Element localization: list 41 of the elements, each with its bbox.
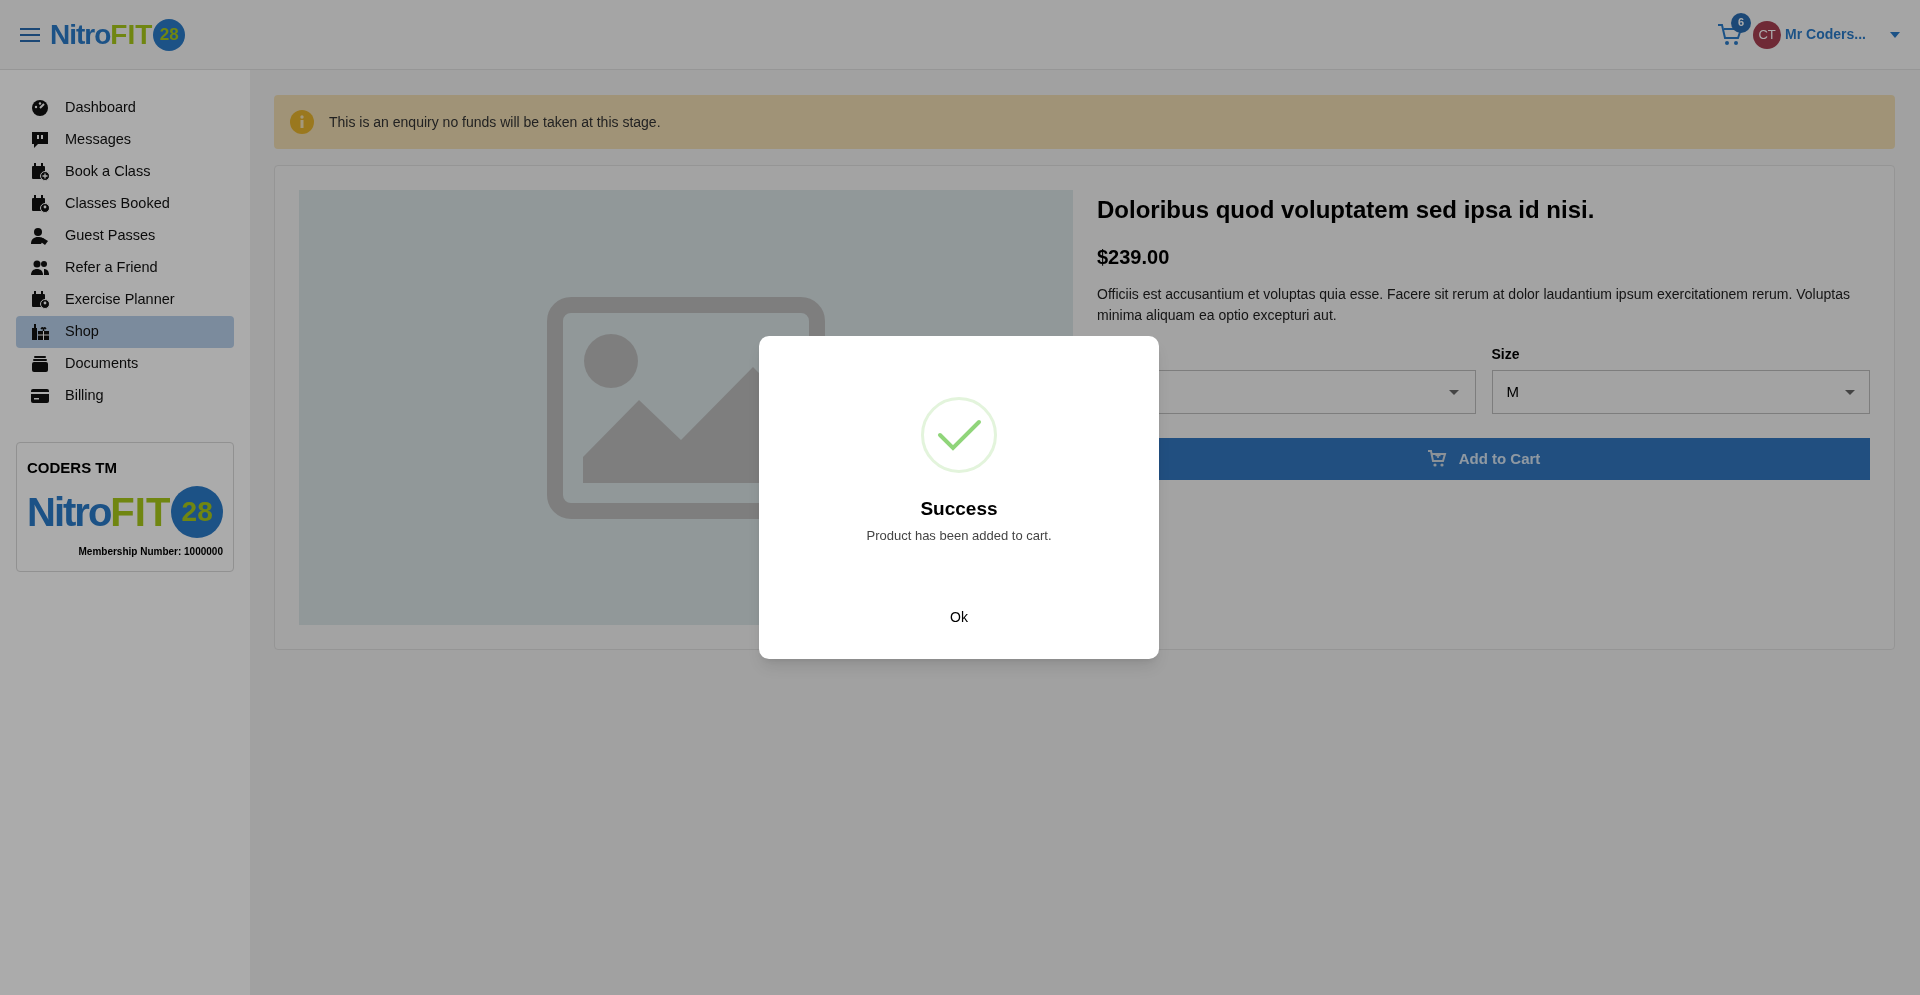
sidebar-item[interactable]: Messages: [16, 124, 234, 156]
caret-icon: [1448, 389, 1459, 395]
sidebar-item[interactable]: Classes Booked: [16, 188, 234, 220]
gauge-icon: [31, 99, 49, 117]
membership-number: Membership Number: 1000000: [77, 544, 223, 559]
calendar-user-icon: [31, 195, 49, 213]
caret-icon: [1845, 389, 1855, 395]
check-icon: [921, 397, 997, 473]
user-tag-icon: [31, 227, 49, 245]
info-icon: [290, 110, 314, 134]
size-select[interactable]: M: [1491, 370, 1870, 414]
box-icon: [31, 355, 49, 373]
logo: NitroFIT 28: [27, 485, 223, 538]
avatar[interactable]: CT: [1753, 20, 1782, 49]
dialog-message: Product has been added to cart.: [866, 526, 1052, 545]
cart-plus-icon: [1426, 450, 1447, 468]
member-name: CODERS TM: [27, 458, 118, 478]
alert-text: This is an enquiry no funds will be taken at this stage.: [329, 112, 661, 132]
product-price: $239.00: [1097, 245, 1171, 270]
calendar-user-icon: [31, 291, 49, 309]
sidebar-item[interactable]: Documents: [16, 348, 234, 380]
product-title: Doloribus quod voluptatem sed ipsa id nisi.: [1097, 195, 1596, 225]
sidebar-item[interactable]: Dashboard: [16, 92, 234, 124]
sidebar-item[interactable]: Refer a Friend: [16, 252, 234, 284]
gift-icon: [31, 323, 49, 341]
sidebar-item[interactable]: Book a Class: [16, 156, 234, 188]
size-label: Size: [1491, 345, 1521, 364]
dialog-title: Success: [920, 497, 998, 521]
sidebar-item[interactable]: Guest Passes: [16, 220, 234, 252]
ok-button[interactable]: Ok: [938, 603, 980, 632]
cart-count-badge: 6: [1731, 12, 1752, 33]
sidebar-item[interactable]: Shop: [16, 316, 234, 348]
users-icon: [31, 259, 49, 277]
chat-icon: [31, 131, 49, 149]
calendar-plus-icon: [31, 163, 49, 181]
sidebar-item[interactable]: Billing: [16, 380, 234, 412]
menu-icon[interactable]: [20, 27, 40, 42]
product-description: Officiis est accusantium et voluptas quia esse. Facere sit rerum at dolor laudantium ipsum exercitationem rerum. Voluptas minima aliquam ea optio excepturi aut.: [1097, 285, 1851, 325]
sidebar-item[interactable]: Exercise Planner: [16, 284, 234, 316]
caret-icon[interactable]: [1890, 31, 1900, 38]
card-icon: [31, 387, 49, 405]
